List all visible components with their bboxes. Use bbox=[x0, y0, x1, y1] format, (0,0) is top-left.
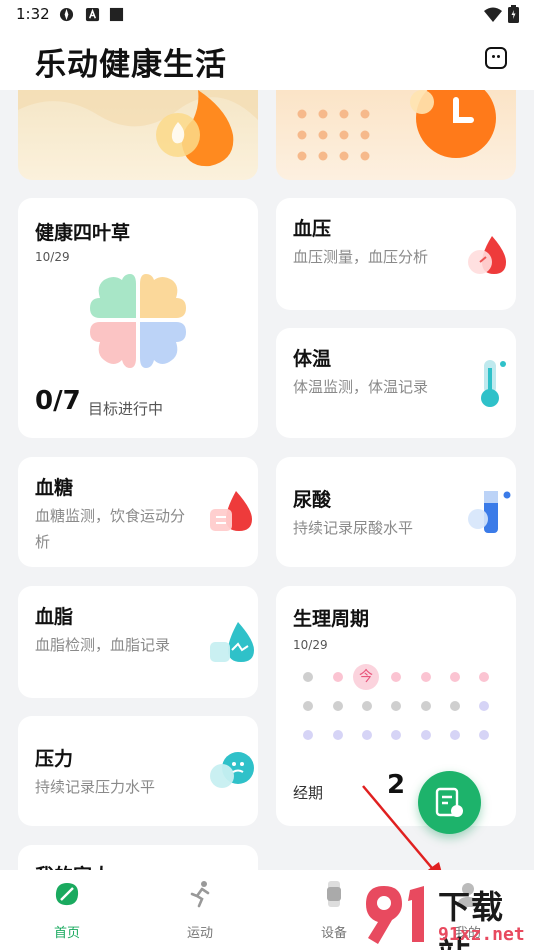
clock-icon bbox=[410, 90, 496, 158]
card-blood-pressure[interactable]: 血压 血压测量，血压分析 bbox=[276, 198, 516, 310]
day-dot bbox=[479, 701, 489, 711]
card-title: 血压 bbox=[293, 218, 332, 240]
day-dot bbox=[333, 730, 343, 740]
blood-sugar-icon bbox=[210, 491, 252, 531]
day-dot bbox=[333, 672, 343, 682]
flame-icon bbox=[156, 90, 234, 167]
wifi-icon bbox=[484, 7, 502, 22]
card-title: 健康四叶草 bbox=[35, 222, 131, 244]
nav-label: 首页 bbox=[53, 926, 80, 941]
day-dot bbox=[362, 730, 372, 740]
card-desc: 体温监测，体温记录 bbox=[293, 378, 429, 396]
watermark-url: 91xz.net bbox=[438, 924, 525, 945]
day-dot bbox=[391, 701, 401, 711]
goal-count-label: 目标进行中 bbox=[88, 400, 164, 418]
banner-calories[interactable] bbox=[18, 90, 258, 180]
watermark-logo bbox=[366, 886, 424, 944]
card-health-clover[interactable]: 健康四叶草 10/29 0/7 目标进行中 bbox=[18, 198, 258, 438]
period-phase: 经期 bbox=[293, 784, 324, 802]
record-fab-button[interactable] bbox=[418, 771, 481, 834]
home-leaf-icon bbox=[55, 883, 79, 906]
card-desc: 血压测量，血压分析 bbox=[293, 248, 429, 266]
nav-home[interactable]: 首页 bbox=[27, 870, 107, 950]
day-dot bbox=[421, 730, 431, 740]
card-date: 10/29 bbox=[35, 250, 70, 264]
vpn-icon bbox=[59, 7, 74, 22]
goal-count: 0/7 bbox=[35, 386, 81, 416]
card-title: 生理周期 bbox=[293, 608, 370, 630]
day-dot bbox=[450, 730, 460, 740]
day-dot bbox=[450, 701, 460, 711]
day-dot bbox=[303, 672, 313, 682]
stress-icon bbox=[210, 752, 254, 788]
app-header: 乐动健康生活 bbox=[0, 30, 534, 90]
thermometer-icon bbox=[481, 360, 506, 407]
day-dot bbox=[391, 672, 401, 682]
watermark: 下载站 91xz.net bbox=[362, 882, 534, 950]
card-desc: 持续记录压力水平 bbox=[35, 778, 156, 796]
card-desc: 血糖监测，饮食运动分析 bbox=[35, 507, 186, 551]
card-title: 压力 bbox=[35, 748, 74, 770]
battery-icon bbox=[508, 5, 519, 23]
dot-grid-decoration bbox=[297, 109, 370, 161]
card-desc: 血脂检测，血脂记录 bbox=[35, 636, 171, 654]
day-dot bbox=[421, 672, 431, 682]
day-dot bbox=[333, 701, 343, 711]
notification-a-icon bbox=[85, 7, 100, 22]
day-dot bbox=[479, 730, 489, 740]
card-blood-lipid[interactable]: 血脂 血脂检测，血脂记录 bbox=[18, 586, 258, 698]
card-title: 血脂 bbox=[35, 606, 74, 628]
day-dot bbox=[450, 672, 460, 682]
face-scan-icon[interactable] bbox=[485, 47, 507, 69]
status-time: 1:32 bbox=[16, 5, 50, 23]
status-bar: 1:32 bbox=[0, 0, 534, 30]
card-temperature[interactable]: 体温 体温监测，体温记录 bbox=[276, 328, 516, 438]
banner-schedule[interactable] bbox=[276, 90, 516, 180]
day-dot bbox=[362, 701, 372, 711]
card-title: 尿酸 bbox=[293, 489, 332, 511]
nav-label: 运动 bbox=[186, 926, 213, 941]
day-dot bbox=[391, 730, 401, 740]
uric-acid-icon bbox=[468, 491, 511, 533]
notification-square-icon bbox=[109, 7, 124, 22]
clover-icon bbox=[90, 274, 186, 368]
card-desc: 持续记录尿酸水平 bbox=[293, 519, 414, 537]
day-dot bbox=[303, 701, 313, 711]
day-dot bbox=[479, 672, 489, 682]
day-dot bbox=[421, 701, 431, 711]
blood-pressure-icon bbox=[468, 236, 506, 274]
app-title: 乐动健康生活 bbox=[35, 47, 227, 83]
record-list-icon bbox=[435, 787, 463, 817]
day-dot bbox=[303, 730, 313, 740]
card-title: 血糖 bbox=[35, 477, 74, 499]
card-stress[interactable]: 压力 持续记录压力水平 bbox=[18, 716, 258, 826]
card-uric-acid[interactable]: 尿酸 持续记录尿酸水平 bbox=[276, 457, 516, 567]
blood-lipid-icon bbox=[210, 622, 254, 662]
nav-sport[interactable]: 运动 bbox=[160, 870, 240, 950]
watch-icon bbox=[327, 881, 341, 907]
card-date: 10/29 bbox=[293, 638, 328, 652]
running-icon bbox=[190, 881, 210, 908]
today-marker: 今 bbox=[353, 664, 379, 690]
card-title: 体温 bbox=[293, 348, 332, 370]
card-blood-sugar[interactable]: 血糖 血糖监测，饮食运动分析 bbox=[18, 457, 258, 567]
